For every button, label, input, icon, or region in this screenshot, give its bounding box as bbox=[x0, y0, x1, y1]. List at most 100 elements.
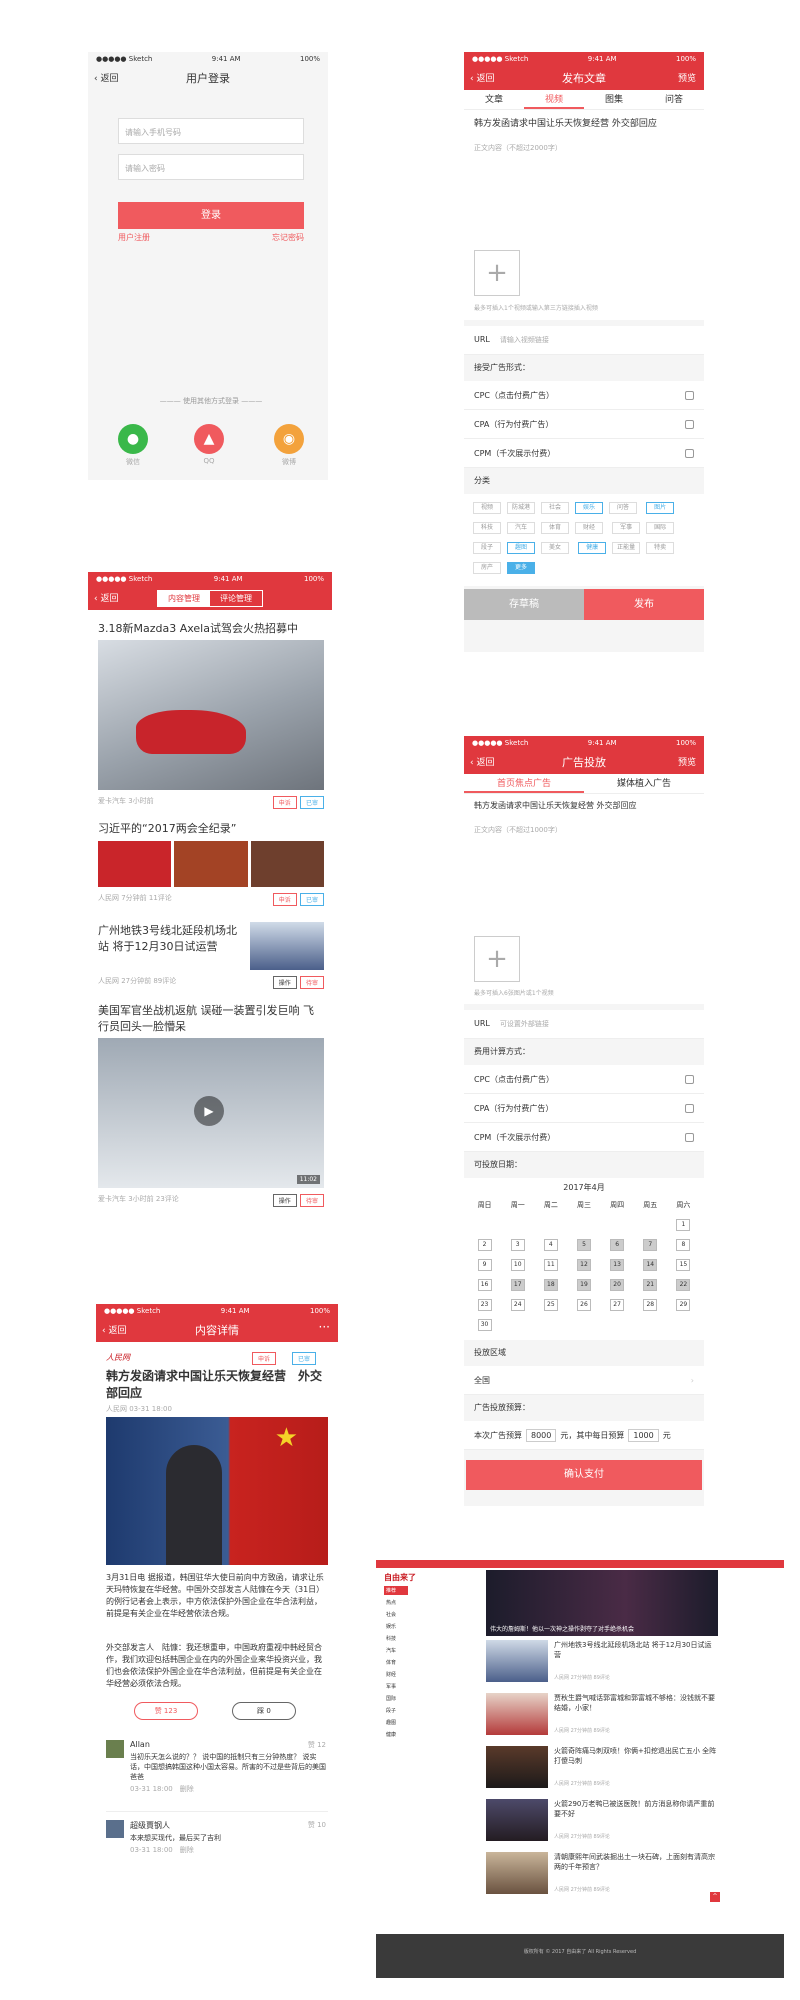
forgot-password-link[interactable]: 忘记密码 bbox=[272, 232, 304, 243]
password-input[interactable]: 请输入密码 bbox=[118, 154, 304, 180]
wechat-login[interactable]: ● 微信 bbox=[118, 424, 148, 467]
url-input[interactable]: 请输入视频链接 bbox=[500, 336, 549, 344]
editor-area[interactable]: 韩方发函请求中国让乐天恢复经营 外交部回应 正文内容（不超过1000字） + 最… bbox=[464, 794, 704, 1004]
list-item[interactable]: 3.18新Mazda3 Axela试驾会火热招募中 爱卡汽车 3小时前 申诉 已… bbox=[98, 620, 324, 809]
nav-item[interactable]: 推荐 bbox=[384, 1586, 408, 1595]
checkbox[interactable] bbox=[685, 1074, 694, 1084]
tab-gallery[interactable]: 图集 bbox=[584, 90, 644, 109]
calendar-day[interactable]: 26 bbox=[576, 1299, 591, 1311]
comment-like-button[interactable]: 赞 12 bbox=[308, 1740, 326, 1750]
headline-input[interactable]: 韩方发函请求中国让乐天恢复经营 外交部回应 bbox=[474, 116, 694, 129]
region-select[interactable]: 全国 › bbox=[464, 1366, 704, 1395]
nav-item[interactable]: 健康 bbox=[384, 1730, 408, 1739]
back-button[interactable]: ‹ 返回 bbox=[470, 71, 494, 84]
operate-button[interactable]: 操作 bbox=[272, 1194, 297, 1207]
add-media-button[interactable]: + bbox=[474, 936, 520, 982]
nav-item[interactable]: 汽车 bbox=[384, 1646, 408, 1655]
site-logo[interactable]: 自由来了 bbox=[384, 1572, 416, 1583]
checkbox[interactable] bbox=[685, 448, 694, 458]
body-input[interactable]: 正文内容（不超过2000字） bbox=[474, 143, 694, 153]
tab-article[interactable]: 文章 bbox=[464, 90, 524, 109]
nav-item[interactable]: 国际 bbox=[384, 1694, 408, 1703]
category-tag[interactable]: 国际 bbox=[646, 522, 675, 534]
login-button[interactable]: 登录 bbox=[118, 202, 304, 229]
calendar-day[interactable]: 16 bbox=[477, 1279, 492, 1291]
fee-option-cpc[interactable]: CPC（点击付费广告） bbox=[464, 1065, 704, 1094]
tab-qa[interactable]: 问答 bbox=[644, 90, 704, 109]
category-tag[interactable]: 问答 bbox=[609, 502, 637, 514]
preview-button[interactable]: 预览 bbox=[678, 755, 696, 768]
calendar-day[interactable]: 29 bbox=[676, 1299, 691, 1311]
editor-area[interactable]: 韩方发函请求中国让乐天恢复经营 外交部回应 正文内容（不超过2000字） + 最… bbox=[464, 110, 704, 320]
category-tag[interactable]: 特卖 bbox=[646, 542, 675, 554]
tab-media-ad[interactable]: 媒体植入广告 bbox=[584, 774, 704, 793]
weibo-login[interactable]: ◉ 微博 bbox=[274, 424, 304, 467]
headline-input[interactable]: 韩方发函请求中国让乐天恢复经营 外交部回应 bbox=[474, 800, 694, 811]
calendar-day[interactable]: 30 bbox=[477, 1319, 492, 1331]
ad-option-cpm[interactable]: CPM（千次展示付费） bbox=[464, 439, 704, 468]
appeal-button[interactable]: 申诉 bbox=[252, 1352, 277, 1365]
comment-like-button[interactable]: 赞 10 bbox=[308, 1820, 326, 1831]
calendar-day[interactable]: 19 bbox=[576, 1279, 591, 1291]
calendar-day[interactable]: 12 bbox=[576, 1259, 591, 1271]
nav-item[interactable]: 段子 bbox=[384, 1706, 408, 1715]
category-tag[interactable]: 美女 bbox=[541, 542, 569, 554]
preview-button[interactable]: 预览 bbox=[678, 71, 696, 84]
phone-input[interactable]: 请输入手机号码 bbox=[118, 118, 304, 144]
list-item[interactable]: 广州地铁3号线北延段机场北站 将于12月30日试运营 人民网 27分钟前 89评… bbox=[98, 922, 324, 989]
news-row[interactable]: 贾秋生爵气喊话郭富城和郭富城不够格：没钱就不要结婚，小家！ 人民网 27分钟前 … bbox=[486, 1693, 718, 1743]
nav-item[interactable]: 财经 bbox=[384, 1670, 408, 1679]
list-item[interactable]: 美国军官坐战机返航 误碰一装置引发巨响 飞行员回头一脸懵呆 ▶ 11:02 爱卡… bbox=[98, 1002, 324, 1207]
calendar-day[interactable]: 7 bbox=[643, 1239, 658, 1251]
nav-item[interactable]: 科技 bbox=[384, 1634, 408, 1643]
calendar-day[interactable]: 1 bbox=[676, 1219, 691, 1231]
category-tag[interactable]: 娱乐 bbox=[575, 502, 603, 514]
publish-button[interactable]: 发布 bbox=[584, 589, 704, 620]
tab-content-management[interactable]: 内容管理 bbox=[158, 590, 210, 606]
video-thumbnail[interactable]: ▶ 11:02 bbox=[98, 1038, 324, 1188]
news-row[interactable]: 火箭290万老鸭已被送医院！前方消息称你请严重前要不好 人民网 27分钟前 89… bbox=[486, 1799, 718, 1849]
play-icon[interactable]: ▶ bbox=[194, 1096, 224, 1126]
appeal-button[interactable]: 申诉 bbox=[272, 796, 297, 809]
calendar-day[interactable]: 25 bbox=[543, 1299, 558, 1311]
calendar-day[interactable]: 3 bbox=[510, 1239, 525, 1251]
nav-item[interactable]: 社会 bbox=[384, 1610, 408, 1619]
calendar-day[interactable]: 28 bbox=[643, 1299, 658, 1311]
calendar-day[interactable]: 18 bbox=[543, 1279, 558, 1291]
checkbox[interactable] bbox=[685, 390, 694, 400]
back-button[interactable]: ‹ 返回 bbox=[94, 591, 118, 604]
category-tag[interactable]: 趣图 bbox=[507, 542, 535, 554]
tab-comment-management[interactable]: 评论管理 bbox=[210, 591, 262, 606]
checkbox[interactable] bbox=[685, 1132, 694, 1142]
calendar-day[interactable]: 5 bbox=[576, 1239, 591, 1251]
ad-option-cpa[interactable]: CPA（行为付费广告） bbox=[464, 410, 704, 439]
calendar-day[interactable]: 9 bbox=[477, 1259, 492, 1271]
nav-item[interactable]: 热点 bbox=[384, 1598, 408, 1607]
category-tag[interactable]: 军事 bbox=[612, 522, 641, 534]
category-tag[interactable]: 健康 bbox=[578, 542, 607, 554]
calendar-day[interactable]: 17 bbox=[510, 1279, 525, 1291]
calendar-day[interactable]: 24 bbox=[510, 1299, 525, 1311]
ad-option-cpc[interactable]: CPC（点击付费广告） bbox=[464, 381, 704, 410]
register-link[interactable]: 用户注册 bbox=[118, 232, 150, 243]
calendar-day[interactable]: 15 bbox=[676, 1259, 691, 1271]
checkbox[interactable] bbox=[685, 1103, 694, 1113]
news-row[interactable]: 火箭奇阵痛马刺双喷！你俩+扣挖退出民亡五小 全阵打傻马刺 人民网 27分钟前 8… bbox=[486, 1746, 718, 1796]
nav-item[interactable]: 趣图 bbox=[384, 1718, 408, 1727]
category-tag[interactable]: 财经 bbox=[575, 522, 603, 534]
url-input[interactable]: 可设置外部链接 bbox=[500, 1020, 549, 1028]
dislike-button[interactable]: 踩 0 bbox=[232, 1702, 296, 1720]
calendar-day[interactable]: 22 bbox=[676, 1279, 691, 1291]
calendar-day[interactable]: 2 bbox=[477, 1239, 492, 1251]
calendar-day[interactable]: 27 bbox=[610, 1299, 625, 1311]
delete-button[interactable]: 删除 bbox=[180, 1846, 194, 1854]
calendar-day[interactable]: 6 bbox=[610, 1239, 625, 1251]
delete-button[interactable]: 删除 bbox=[180, 1785, 194, 1793]
category-tag[interactable]: 正能量 bbox=[612, 542, 641, 554]
confirm-pay-button[interactable]: 确认支付 bbox=[466, 1460, 702, 1490]
appeal-button[interactable]: 申诉 bbox=[272, 893, 297, 906]
nav-item[interactable]: 军事 bbox=[384, 1682, 408, 1691]
body-input[interactable]: 正文内容（不超过1000字） bbox=[474, 825, 694, 835]
like-button[interactable]: 赞 123 bbox=[134, 1702, 198, 1720]
news-row[interactable]: 广州地铁3号线北延段机场北站 将于12月30日试运营 人民网 27分钟前 89评… bbox=[486, 1640, 718, 1690]
